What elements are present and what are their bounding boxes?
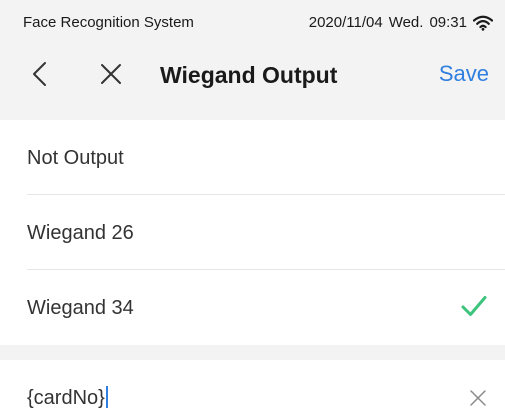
wifi-icon xyxy=(473,15,493,31)
option-wiegand-26[interactable]: Wiegand 26 xyxy=(0,195,505,270)
input-text: {cardNo} xyxy=(27,387,105,408)
card-format-value[interactable]: {cardNo} xyxy=(27,386,108,408)
card-format-input[interactable]: {cardNo} xyxy=(0,360,505,408)
text-caret xyxy=(105,386,108,408)
close-icon[interactable] xyxy=(97,60,125,88)
chevron-left-icon[interactable] xyxy=(26,60,54,88)
save-button[interactable]: Save xyxy=(439,61,489,87)
wiegand-options-list: Not Output Wiegand 26 Wiegand 34 xyxy=(0,120,505,345)
option-label: Not Output xyxy=(27,147,124,169)
status-right: 2020/11/04 Wed. 09:31 xyxy=(309,14,493,32)
nav-bar: Wiegand Output Save xyxy=(0,48,505,104)
checkmark-icon xyxy=(461,296,487,316)
status-weekday: Wed. xyxy=(388,14,424,31)
option-label: Wiegand 34 xyxy=(27,297,134,319)
status-date: 2020/11/04 xyxy=(308,14,383,31)
status-app-name: Face Recognition System xyxy=(23,14,194,31)
section-separator xyxy=(0,345,505,360)
option-label: Wiegand 26 xyxy=(27,222,134,244)
clear-icon[interactable] xyxy=(468,388,488,408)
option-not-output[interactable]: Not Output xyxy=(0,120,505,195)
status-time: 09:31 xyxy=(429,14,467,31)
status-bar: Face Recognition System 2020/11/04 Wed. … xyxy=(0,0,505,42)
wiegand-output-screen: Face Recognition System 2020/11/04 Wed. … xyxy=(0,0,505,408)
page-title: Wiegand Output xyxy=(160,62,338,88)
option-wiegand-34[interactable]: Wiegand 34 xyxy=(0,270,505,345)
